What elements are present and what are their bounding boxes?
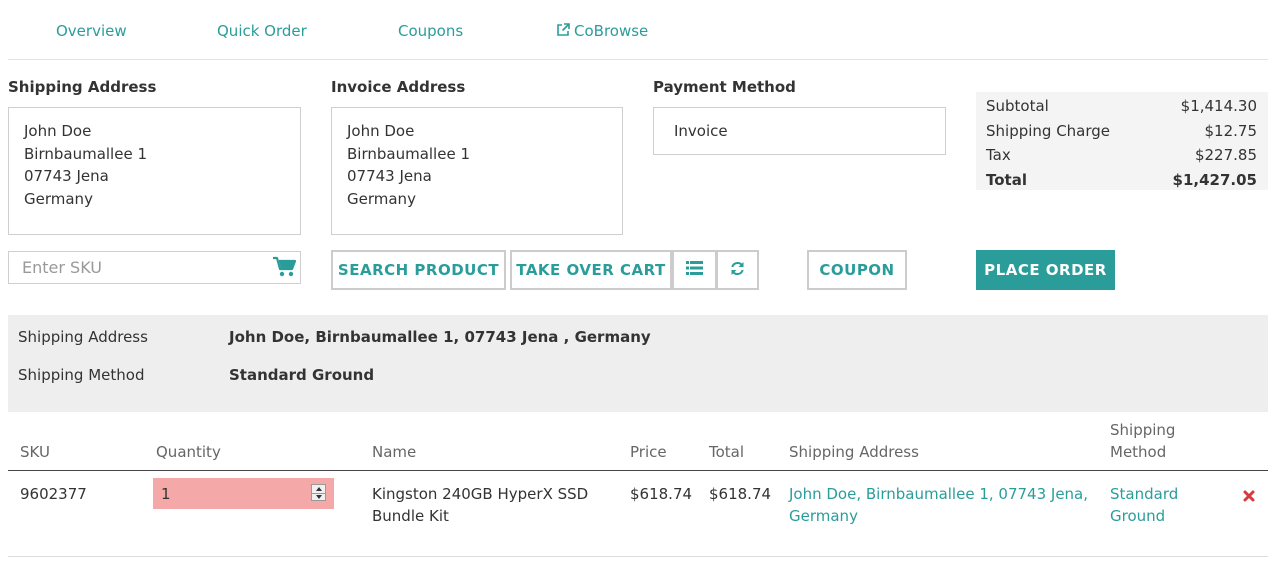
total-label: Total xyxy=(986,170,1027,189)
row-product-name: Kingston 240GB HyperX SSD Bundle Kit xyxy=(372,483,588,527)
external-link-icon xyxy=(556,23,570,41)
shipping-address-label: Shipping Address xyxy=(18,328,148,346)
tax-value: $227.85 xyxy=(1194,146,1257,164)
row-shipping-address-line: Germany xyxy=(789,507,858,525)
row-shipping-address-line: John Doe, Birnbaumallee 1, 07743 Jena, xyxy=(789,485,1089,503)
spin-down-icon[interactable] xyxy=(312,492,325,501)
list-view-button[interactable] xyxy=(672,250,717,290)
shipping-charge-label: Shipping Charge xyxy=(986,121,1111,140)
place-order-button[interactable]: PLACE ORDER xyxy=(976,250,1115,290)
invoice-address-heading: Invoice Address xyxy=(331,78,466,96)
shipping-address-line: Germany xyxy=(24,189,93,208)
row-shipping-method-line: Ground xyxy=(1110,507,1166,525)
quantity-input[interactable] xyxy=(153,478,293,509)
column-header-total: Total xyxy=(709,443,745,461)
row-total: $618.74 xyxy=(709,485,772,503)
shipping-charge-row: Shipping Charge $12.75 xyxy=(986,119,1257,144)
shipping-address-line: John Doe xyxy=(24,122,92,140)
tab-cobrowse[interactable]: CoBrowse xyxy=(556,22,648,41)
tab-coupons[interactable]: Coupons xyxy=(398,22,463,40)
column-header-shipping-method-line: Shipping xyxy=(1110,421,1176,439)
shipping-info-panel: Shipping Address John Doe, Birnbaumallee… xyxy=(8,315,1268,412)
sku-field xyxy=(8,251,301,284)
refresh-button[interactable] xyxy=(716,250,759,290)
row-product-name-line: Bundle Kit xyxy=(372,507,449,525)
tab-quick-order[interactable]: Quick Order xyxy=(217,22,307,40)
column-header-shipping-address: Shipping Address xyxy=(789,443,919,461)
quantity-stepper xyxy=(153,478,334,509)
row-shipping-method-link[interactable]: Standard Ground xyxy=(1110,483,1178,527)
column-header-shipping-method: Shipping Method xyxy=(1110,419,1175,463)
payment-method-heading: Payment Method xyxy=(653,78,796,96)
shipping-address-line: Birnbaumallee 1 xyxy=(24,144,147,163)
order-totals: Subtotal $1,414.30 Shipping Charge $12.7… xyxy=(976,92,1268,190)
invoice-address-box[interactable]: John Doe Birnbaumallee 1 07743 Jena Germ… xyxy=(331,107,623,235)
column-header-sku: SKU xyxy=(20,443,50,461)
shipping-method-label: Shipping Method xyxy=(18,366,145,384)
cart-icon[interactable] xyxy=(272,256,297,282)
row-sku: 9602377 xyxy=(20,485,87,503)
take-over-cart-button[interactable]: TAKE OVER CART xyxy=(510,250,672,290)
spin-up-icon[interactable] xyxy=(312,485,325,493)
refresh-icon xyxy=(730,261,745,280)
sku-input[interactable] xyxy=(9,252,259,283)
shipping-address-value: John Doe, Birnbaumallee 1, 07743 Jena , … xyxy=(229,328,651,346)
tax-label: Tax xyxy=(986,146,1011,164)
tab-bar: Overview Quick Order Coupons CoBrowse xyxy=(8,0,1268,60)
column-header-shipping-method-line: Method xyxy=(1110,443,1167,461)
shipping-address-line: 07743 Jena xyxy=(24,167,109,185)
shipping-address-heading: Shipping Address xyxy=(8,78,157,96)
row-shipping-method-line: Standard xyxy=(1110,485,1179,503)
invoice-address-line: John Doe xyxy=(347,122,415,140)
tab-overview[interactable]: Overview xyxy=(56,22,127,40)
list-icon xyxy=(686,261,703,279)
row-product-name-line: Kingston 240GB HyperX SSD xyxy=(372,485,589,503)
total-value: $1,427.05 xyxy=(1172,170,1257,189)
invoice-address-line: Germany xyxy=(347,189,416,208)
remove-item-icon[interactable] xyxy=(1243,488,1255,506)
column-header-quantity: Quantity xyxy=(156,443,221,461)
table-row-divider xyxy=(8,556,1268,557)
subtotal-row: Subtotal $1,414.30 xyxy=(986,94,1257,119)
payment-method-value: Invoice xyxy=(674,122,728,140)
subtotal-label: Subtotal xyxy=(986,97,1049,115)
table-header-divider xyxy=(8,470,1268,471)
subtotal-value: $1,414.30 xyxy=(1180,97,1257,115)
row-price: $618.74 xyxy=(630,485,693,503)
coupon-button[interactable]: COUPON xyxy=(807,250,907,290)
shipping-charge-value: $12.75 xyxy=(1204,121,1258,140)
total-row: Total $1,427.05 xyxy=(986,168,1257,193)
invoice-address-line: 07743 Jena xyxy=(347,167,432,185)
shipping-address-box[interactable]: John Doe Birnbaumallee 1 07743 Jena Germ… xyxy=(8,107,301,235)
row-shipping-address-link[interactable]: John Doe, Birnbaumallee 1, 07743 Jena, G… xyxy=(789,483,1088,527)
column-header-price: Price xyxy=(630,443,667,461)
shipping-method-value: Standard Ground xyxy=(229,366,375,384)
quantity-spinner[interactable] xyxy=(311,484,326,501)
column-header-name: Name xyxy=(372,443,417,461)
search-product-button[interactable]: SEARCH PRODUCT xyxy=(331,250,506,290)
payment-method-box[interactable]: Invoice xyxy=(653,107,946,155)
tab-cobrowse-label: CoBrowse xyxy=(574,22,649,40)
tax-row: Tax $227.85 xyxy=(986,143,1257,168)
invoice-address-line: Birnbaumallee 1 xyxy=(347,144,470,163)
